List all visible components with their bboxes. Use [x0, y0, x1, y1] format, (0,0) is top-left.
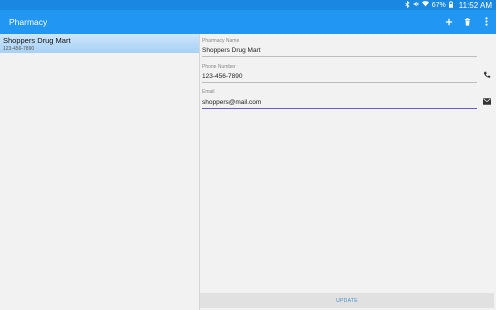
update-button[interactable]: UPDATE	[200, 293, 494, 308]
phone-number-field[interactable]: 123-456-7890	[202, 71, 477, 83]
bluetooth-icon	[405, 0, 410, 10]
delete-icon	[464, 13, 471, 31]
app-bar: Pharmacy	[0, 10, 496, 34]
email-label: Email	[202, 89, 215, 95]
mail-icon	[483, 92, 491, 110]
phone-number-label: Phone Number	[202, 64, 236, 70]
call-button[interactable]	[482, 70, 492, 80]
email-field[interactable]: shoppers@mail.com	[202, 97, 477, 109]
add-button[interactable]	[439, 10, 458, 34]
email-button[interactable]	[482, 96, 492, 106]
wifi-icon	[421, 1, 429, 9]
app-bar-actions	[439, 10, 496, 34]
list-item-name: Shoppers Drug Mart	[3, 36, 71, 45]
list-item-phone: 123-456-7890	[3, 46, 35, 52]
more-vert-icon	[485, 13, 488, 31]
status-bar: 67% 11:52 AM	[0, 0, 496, 10]
clock: 11:52 AM	[458, 0, 492, 10]
pharmacy-list: Shoppers Drug Mart 123-456-7890	[0, 34, 199, 310]
app-title: Pharmacy	[9, 17, 48, 27]
pharmacy-detail: Pharmacy Name Shoppers Drug Mart Phone N…	[200, 34, 496, 310]
phone-icon	[483, 66, 491, 84]
add-icon	[445, 13, 453, 31]
battery-icon	[448, 0, 453, 10]
mute-icon	[413, 1, 419, 9]
pharmacy-name-label: Pharmacy Name	[202, 38, 240, 44]
more-options-button[interactable]	[477, 10, 496, 34]
list-item[interactable]: Shoppers Drug Mart 123-456-7890	[0, 34, 199, 53]
battery-percent: 67%	[431, 1, 446, 9]
pharmacy-name-field[interactable]: Shoppers Drug Mart	[202, 45, 477, 57]
delete-button[interactable]	[458, 10, 477, 34]
